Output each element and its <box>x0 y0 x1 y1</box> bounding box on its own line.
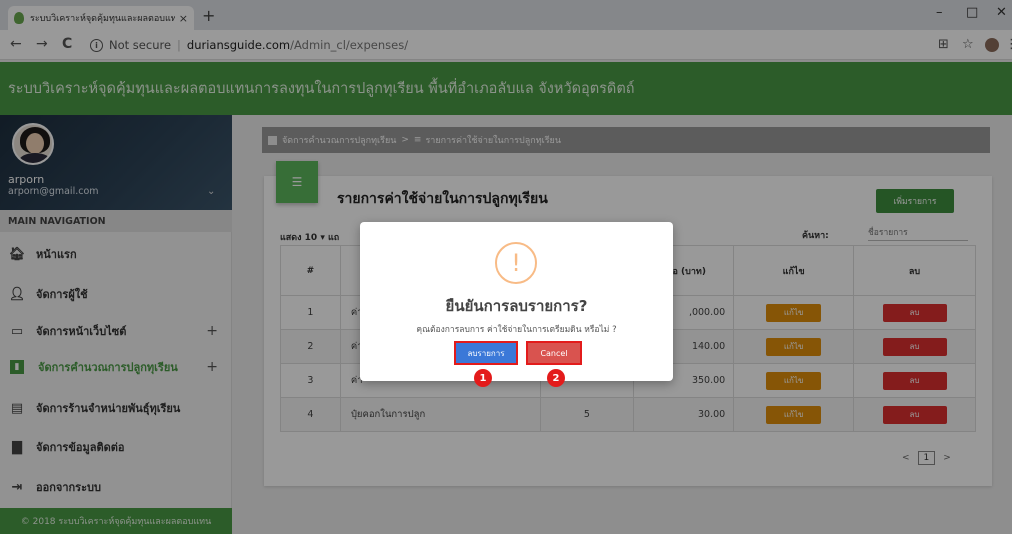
warning-icon: ! <box>495 242 537 284</box>
confirm-delete-button[interactable]: ลบรายการ <box>454 341 518 365</box>
dialog-title: ยืนยันการลบรายการ? <box>445 297 588 315</box>
step-marker-2: 2 <box>547 369 565 387</box>
cancel-button[interactable]: Cancel <box>526 341 582 365</box>
step-marker-1: 1 <box>474 369 492 387</box>
confirm-delete-dialog: ! ยืนยันการลบรายการ? คุณต้องการลบการ ค่า… <box>360 222 673 381</box>
dialog-message: คุณต้องการลบการ ค่าใช้จ่ายในการเตรียมดิน… <box>416 325 617 335</box>
